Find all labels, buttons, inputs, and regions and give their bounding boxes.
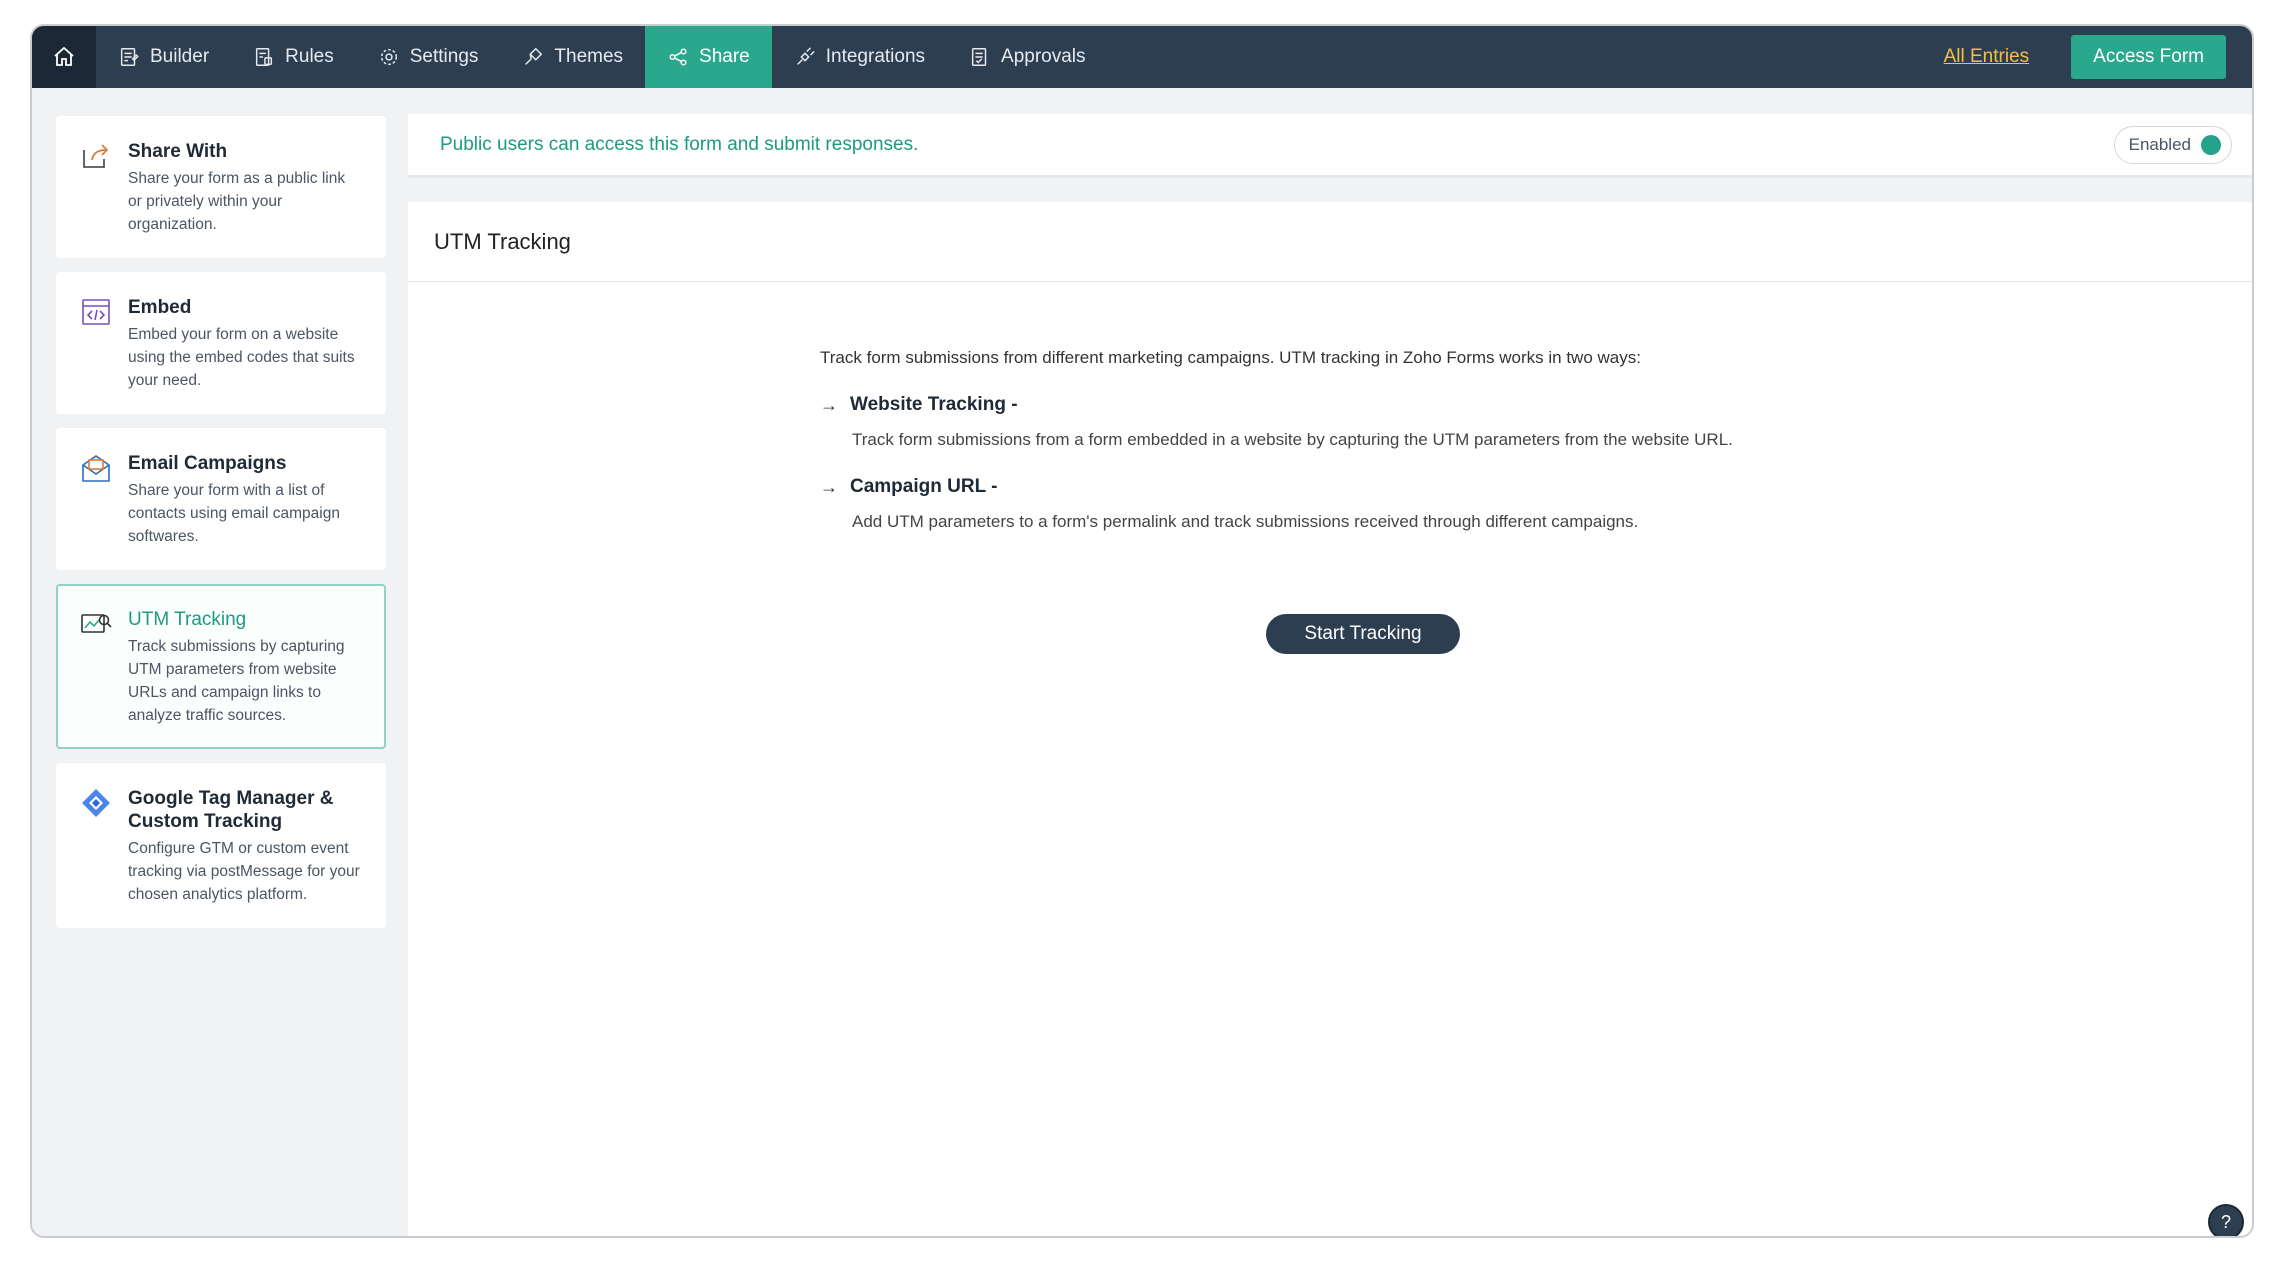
approvals-icon bbox=[971, 48, 987, 66]
bullet-desc: Track form submissions from a form embed… bbox=[852, 430, 1733, 449]
toggle-label: Enabled bbox=[2128, 135, 2191, 154]
intro-text: Track form submissions from different ma… bbox=[820, 348, 1641, 367]
bullet-website-tracking: → Website Tracking - bbox=[820, 394, 1920, 416]
card-desc: Embed your form on a website using the e… bbox=[128, 326, 355, 389]
bullet-campaign-url: → Campaign URL - bbox=[820, 476, 1920, 498]
bullet-title: Website Tracking - bbox=[850, 394, 1018, 415]
integrations-icon bbox=[796, 47, 815, 65]
sidebar-card-share-with[interactable]: Share With Share your form as a public l… bbox=[56, 116, 386, 258]
toggle-knob bbox=[2201, 135, 2221, 155]
home-icon bbox=[54, 46, 74, 66]
bullet-desc: Add UTM parameters to a form's permalink… bbox=[852, 512, 1639, 531]
sidebar-card-email-campaigns[interactable]: Email Campaigns Share your form with a l… bbox=[56, 428, 386, 570]
card-title: Embed bbox=[128, 297, 192, 318]
nav-approvals[interactable]: Approvals bbox=[947, 26, 1108, 88]
builder-icon bbox=[120, 48, 139, 66]
nav-rules[interactable]: Rules bbox=[231, 26, 356, 88]
card-title: UTM Tracking bbox=[128, 609, 247, 630]
banner-text: Public users can access this form and su… bbox=[440, 133, 919, 155]
app-window: Builder Rules Settings Themes Share Inte… bbox=[30, 24, 2254, 1238]
public-access-banner: Public users can access this form and su… bbox=[408, 114, 2252, 178]
sidebar-card-utm-tracking[interactable]: UTM Tracking Track submissions by captur… bbox=[56, 584, 386, 749]
share-sidebar: Share With Share your form as a public l… bbox=[56, 116, 386, 942]
nav-share-label: Share bbox=[699, 46, 750, 67]
themes-icon bbox=[525, 47, 543, 65]
top-nav: Builder Rules Settings Themes Share Inte… bbox=[32, 26, 2252, 88]
card-desc: Share your form with a list of contacts … bbox=[128, 482, 340, 545]
nav-settings-label: Settings bbox=[409, 46, 479, 67]
nav-rules-label: Rules bbox=[285, 46, 334, 67]
gear-icon bbox=[380, 48, 397, 66]
embed-code-icon bbox=[82, 299, 110, 325]
nav-integrations-label: Integrations bbox=[825, 46, 926, 67]
help-button[interactable]: ? bbox=[2208, 1204, 2244, 1236]
card-desc: Share your form as a public link or priv… bbox=[128, 170, 346, 233]
sidebar-card-embed[interactable]: Embed Embed your form on a website using… bbox=[56, 272, 386, 414]
utm-tracking-panel: UTM Tracking Track form submissions from… bbox=[408, 202, 2252, 1236]
card-desc: Configure GTM or custom event tracking v… bbox=[128, 840, 360, 903]
card-title: Share With bbox=[128, 141, 228, 162]
nav-themes-label: Themes bbox=[554, 46, 624, 67]
share-out-icon bbox=[83, 144, 109, 168]
card-title: Google Tag Manager & Custom Tracking bbox=[128, 788, 334, 832]
email-campaign-icon bbox=[82, 455, 110, 482]
nav-integrations[interactable]: Integrations bbox=[772, 26, 947, 88]
utm-tracking-icon bbox=[81, 614, 112, 633]
share-icon bbox=[669, 48, 687, 66]
rules-icon bbox=[256, 48, 273, 66]
panel-header: UTM Tracking bbox=[408, 202, 2252, 282]
nav-approvals-label: Approvals bbox=[1001, 46, 1086, 67]
help-icon: ? bbox=[2220, 1211, 2231, 1232]
card-title: Email Campaigns bbox=[128, 453, 287, 474]
sidebar-card-gtm[interactable]: Google Tag Manager & Custom Tracking Con… bbox=[56, 763, 386, 928]
start-tracking-button[interactable]: Start Tracking bbox=[1266, 614, 1460, 654]
public-access-toggle[interactable]: Enabled bbox=[2113, 126, 2232, 164]
nav-builder-label: Builder bbox=[150, 46, 210, 67]
arrow-right-icon: → bbox=[820, 394, 838, 415]
panel-title: UTM Tracking bbox=[434, 228, 571, 254]
nav-builder[interactable]: Builder bbox=[96, 26, 231, 88]
nav-themes[interactable]: Themes bbox=[500, 26, 645, 88]
nav-settings[interactable]: Settings bbox=[356, 26, 501, 88]
all-entries-link[interactable]: All Entries bbox=[1944, 46, 2030, 68]
bullet-title: Campaign URL - bbox=[850, 476, 998, 497]
panel-body: Track form submissions from different ma… bbox=[820, 348, 1920, 532]
arrow-right-icon: → bbox=[820, 476, 838, 497]
google-tag-manager-icon bbox=[82, 789, 110, 817]
home-button[interactable] bbox=[32, 26, 96, 88]
access-form-button[interactable]: Access Form bbox=[2071, 35, 2226, 79]
card-desc: Track submissions by capturing UTM param… bbox=[128, 638, 345, 724]
nav-share[interactable]: Share bbox=[645, 26, 772, 88]
